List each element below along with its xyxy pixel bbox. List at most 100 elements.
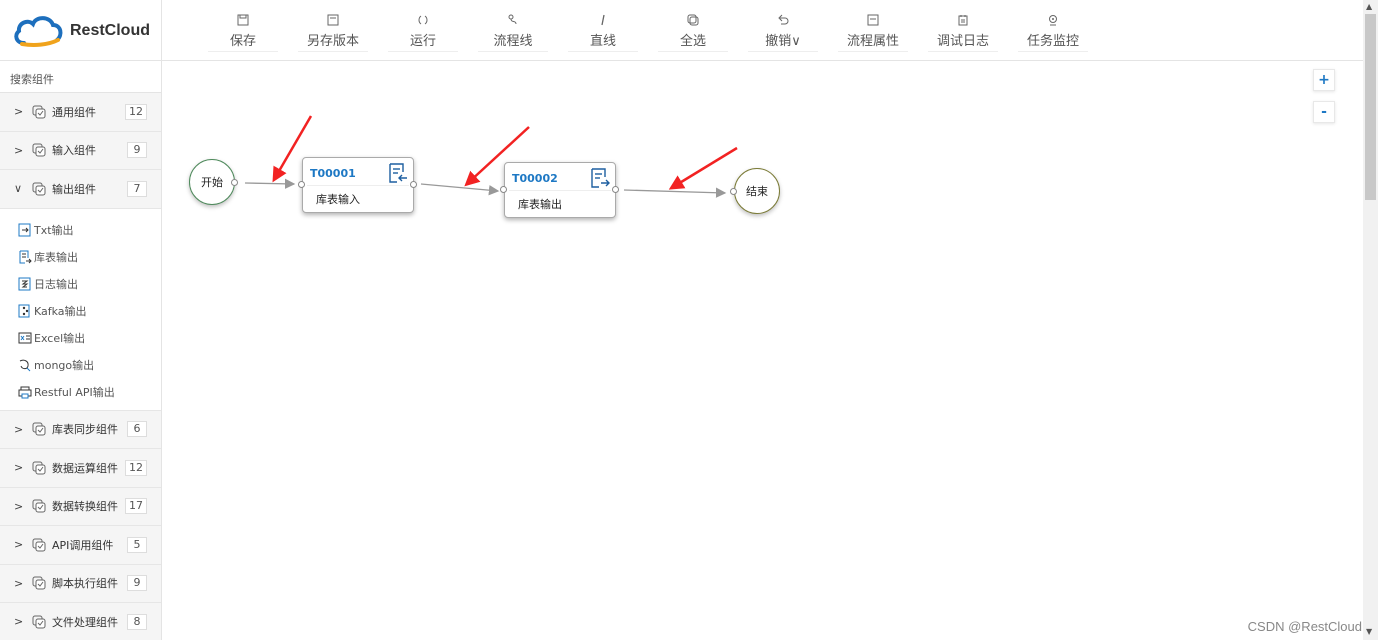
group-count: 7 (127, 180, 147, 197)
task-id: T00002 (512, 172, 558, 185)
flow-line-button[interactable]: 流程线 (468, 0, 558, 60)
start-node-label: 开始 (201, 176, 223, 189)
item-label: Excel输出 (34, 332, 86, 345)
end-node[interactable]: 结束 (734, 168, 780, 214)
search-component-input[interactable]: 搜索组件 (0, 61, 161, 93)
group-label: 数据转换组件 (52, 500, 118, 514)
group-output-components[interactable]: ∨ 输出组件 7 (0, 170, 161, 209)
flow-line-label: 流程线 (493, 33, 533, 49)
run-button[interactable]: 运行 (378, 0, 468, 60)
undo-icon (777, 12, 789, 28)
debug-log-label: 调试日志 (936, 33, 989, 49)
task-name: 库表输出 (518, 198, 562, 211)
t1-output-port[interactable] (410, 181, 417, 188)
start-node[interactable]: 开始 (189, 159, 235, 205)
run-icon (417, 12, 429, 28)
chevron-right-icon: > (14, 615, 24, 629)
excel-output-item[interactable]: Excel输出 (0, 325, 161, 352)
component-icon (32, 615, 46, 629)
table-output-item[interactable]: 库表输出 (0, 244, 161, 271)
search-placeholder: 搜索组件 (10, 73, 54, 86)
txt-output-item[interactable]: Txt输出 (0, 217, 161, 244)
component-icon (32, 576, 46, 590)
restful-api-output-icon (18, 386, 32, 399)
component-icon (32, 538, 46, 552)
zoom-out-button[interactable]: - (1313, 101, 1335, 123)
item-label: Kafka输出 (34, 305, 87, 318)
process-properties-icon (867, 12, 879, 28)
chevron-right-icon: > (14, 538, 24, 552)
task-node-t00002[interactable]: T00002 库表输出 (504, 162, 616, 218)
save-version-label: 另存版本 (306, 33, 359, 49)
group-file-components[interactable]: > 文件处理组件 8 (0, 603, 161, 640)
group-count: 9 (127, 142, 147, 159)
group-input-components[interactable]: > 输入组件 9 (0, 131, 161, 170)
item-label: Restful API输出 (34, 386, 115, 399)
scroll-up-arrow-icon[interactable]: ▲ (1366, 2, 1372, 11)
item-label: 库表输出 (34, 251, 78, 264)
kafka-output-item[interactable]: Kafka输出 (0, 298, 161, 325)
select-all-button[interactable]: 全选 (648, 0, 738, 60)
straight-line-label: 直线 (589, 33, 616, 49)
output-component-list: Txt输出 库表输出 日志输出 Kafka输出 Excel输出 mongo输出 … (0, 208, 161, 411)
end-input-port[interactable] (730, 188, 737, 195)
flow-canvas[interactable]: + - 开始 T00001 库表输入 T00002 库表输出 结束 (163, 61, 1363, 640)
task-node-t00001[interactable]: T00001 库表输入 (302, 157, 414, 213)
log-output-item[interactable]: 日志输出 (0, 271, 161, 298)
group-count: 9 (127, 575, 147, 592)
t1-input-port[interactable] (298, 181, 305, 188)
group-data-transform-components[interactable]: > 数据转换组件 17 (0, 487, 161, 526)
item-label: 日志输出 (34, 278, 78, 291)
group-api-call-components[interactable]: > API调用组件 5 (0, 526, 161, 565)
group-data-compute-components[interactable]: > 数据运算组件 12 (0, 449, 161, 488)
group-label: API调用组件 (52, 538, 114, 552)
process-properties-button[interactable]: 流程属性 (828, 0, 918, 60)
t2-output-port[interactable] (612, 186, 619, 193)
end-node-label: 结束 (746, 185, 768, 198)
table-input-icon (389, 163, 407, 183)
flow-line-icon (507, 12, 519, 28)
task-id: T00001 (310, 167, 356, 180)
save-version-button[interactable]: 另存版本 (288, 0, 378, 60)
straight-line-button[interactable]: 直线 (558, 0, 648, 60)
connections-layer (244, 115, 738, 198)
group-count: 8 (127, 613, 147, 630)
group-count: 6 (127, 421, 147, 438)
select-all-label: 全选 (679, 33, 706, 49)
undo-button[interactable]: 撤销∨ (738, 0, 828, 60)
excel-output-icon (18, 332, 32, 344)
start-output-port[interactable] (231, 179, 238, 186)
zoom-in-button[interactable]: + (1313, 69, 1335, 91)
kafka-output-icon (18, 304, 30, 318)
restful-api-output-item[interactable]: Restful API输出 (0, 379, 161, 406)
group-script-components[interactable]: > 脚本执行组件 9 (0, 564, 161, 603)
group-label: 库表同步组件 (52, 423, 118, 437)
mongo-output-item[interactable]: mongo输出 (0, 352, 161, 379)
group-table-sync-components[interactable]: > 库表同步组件 6 (0, 410, 161, 449)
vertical-scrollbar[interactable]: ▲ ▼ (1363, 0, 1378, 640)
save-button[interactable]: 保存 (198, 0, 288, 60)
cloud-logo-icon (14, 15, 63, 47)
log-output-icon (18, 277, 31, 291)
group-count: 12 (125, 459, 147, 476)
component-icon (32, 143, 46, 157)
straight-line-icon (597, 12, 609, 28)
mongo-output-icon (19, 359, 31, 372)
header: RestCloud 保存 另存版本 运行 流程线 直线 全选 撤销∨ 流程属性 … (0, 0, 1363, 61)
scroll-down-arrow-icon[interactable]: ▼ (1366, 627, 1372, 636)
group-general-components[interactable]: > 通用组件 12 (0, 93, 161, 132)
task-monitor-button[interactable]: 任务监控 (1008, 0, 1098, 60)
component-icon (32, 461, 46, 475)
logo[interactable]: RestCloud (0, 0, 162, 61)
scroll-thumb[interactable] (1365, 14, 1376, 200)
group-label: 输出组件 (52, 182, 96, 196)
chevron-right-icon: > (14, 143, 24, 157)
group-label: 输入组件 (52, 144, 96, 158)
debug-log-button[interactable]: 调试日志 (918, 0, 1008, 60)
select-all-icon (687, 12, 699, 28)
undo-label: 撤销∨ (765, 33, 801, 49)
t2-input-port[interactable] (500, 186, 507, 193)
process-properties-label: 流程属性 (846, 33, 899, 49)
group-label: 数据运算组件 (52, 461, 118, 475)
watermark: CSDN @RestCloud (1247, 619, 1362, 634)
